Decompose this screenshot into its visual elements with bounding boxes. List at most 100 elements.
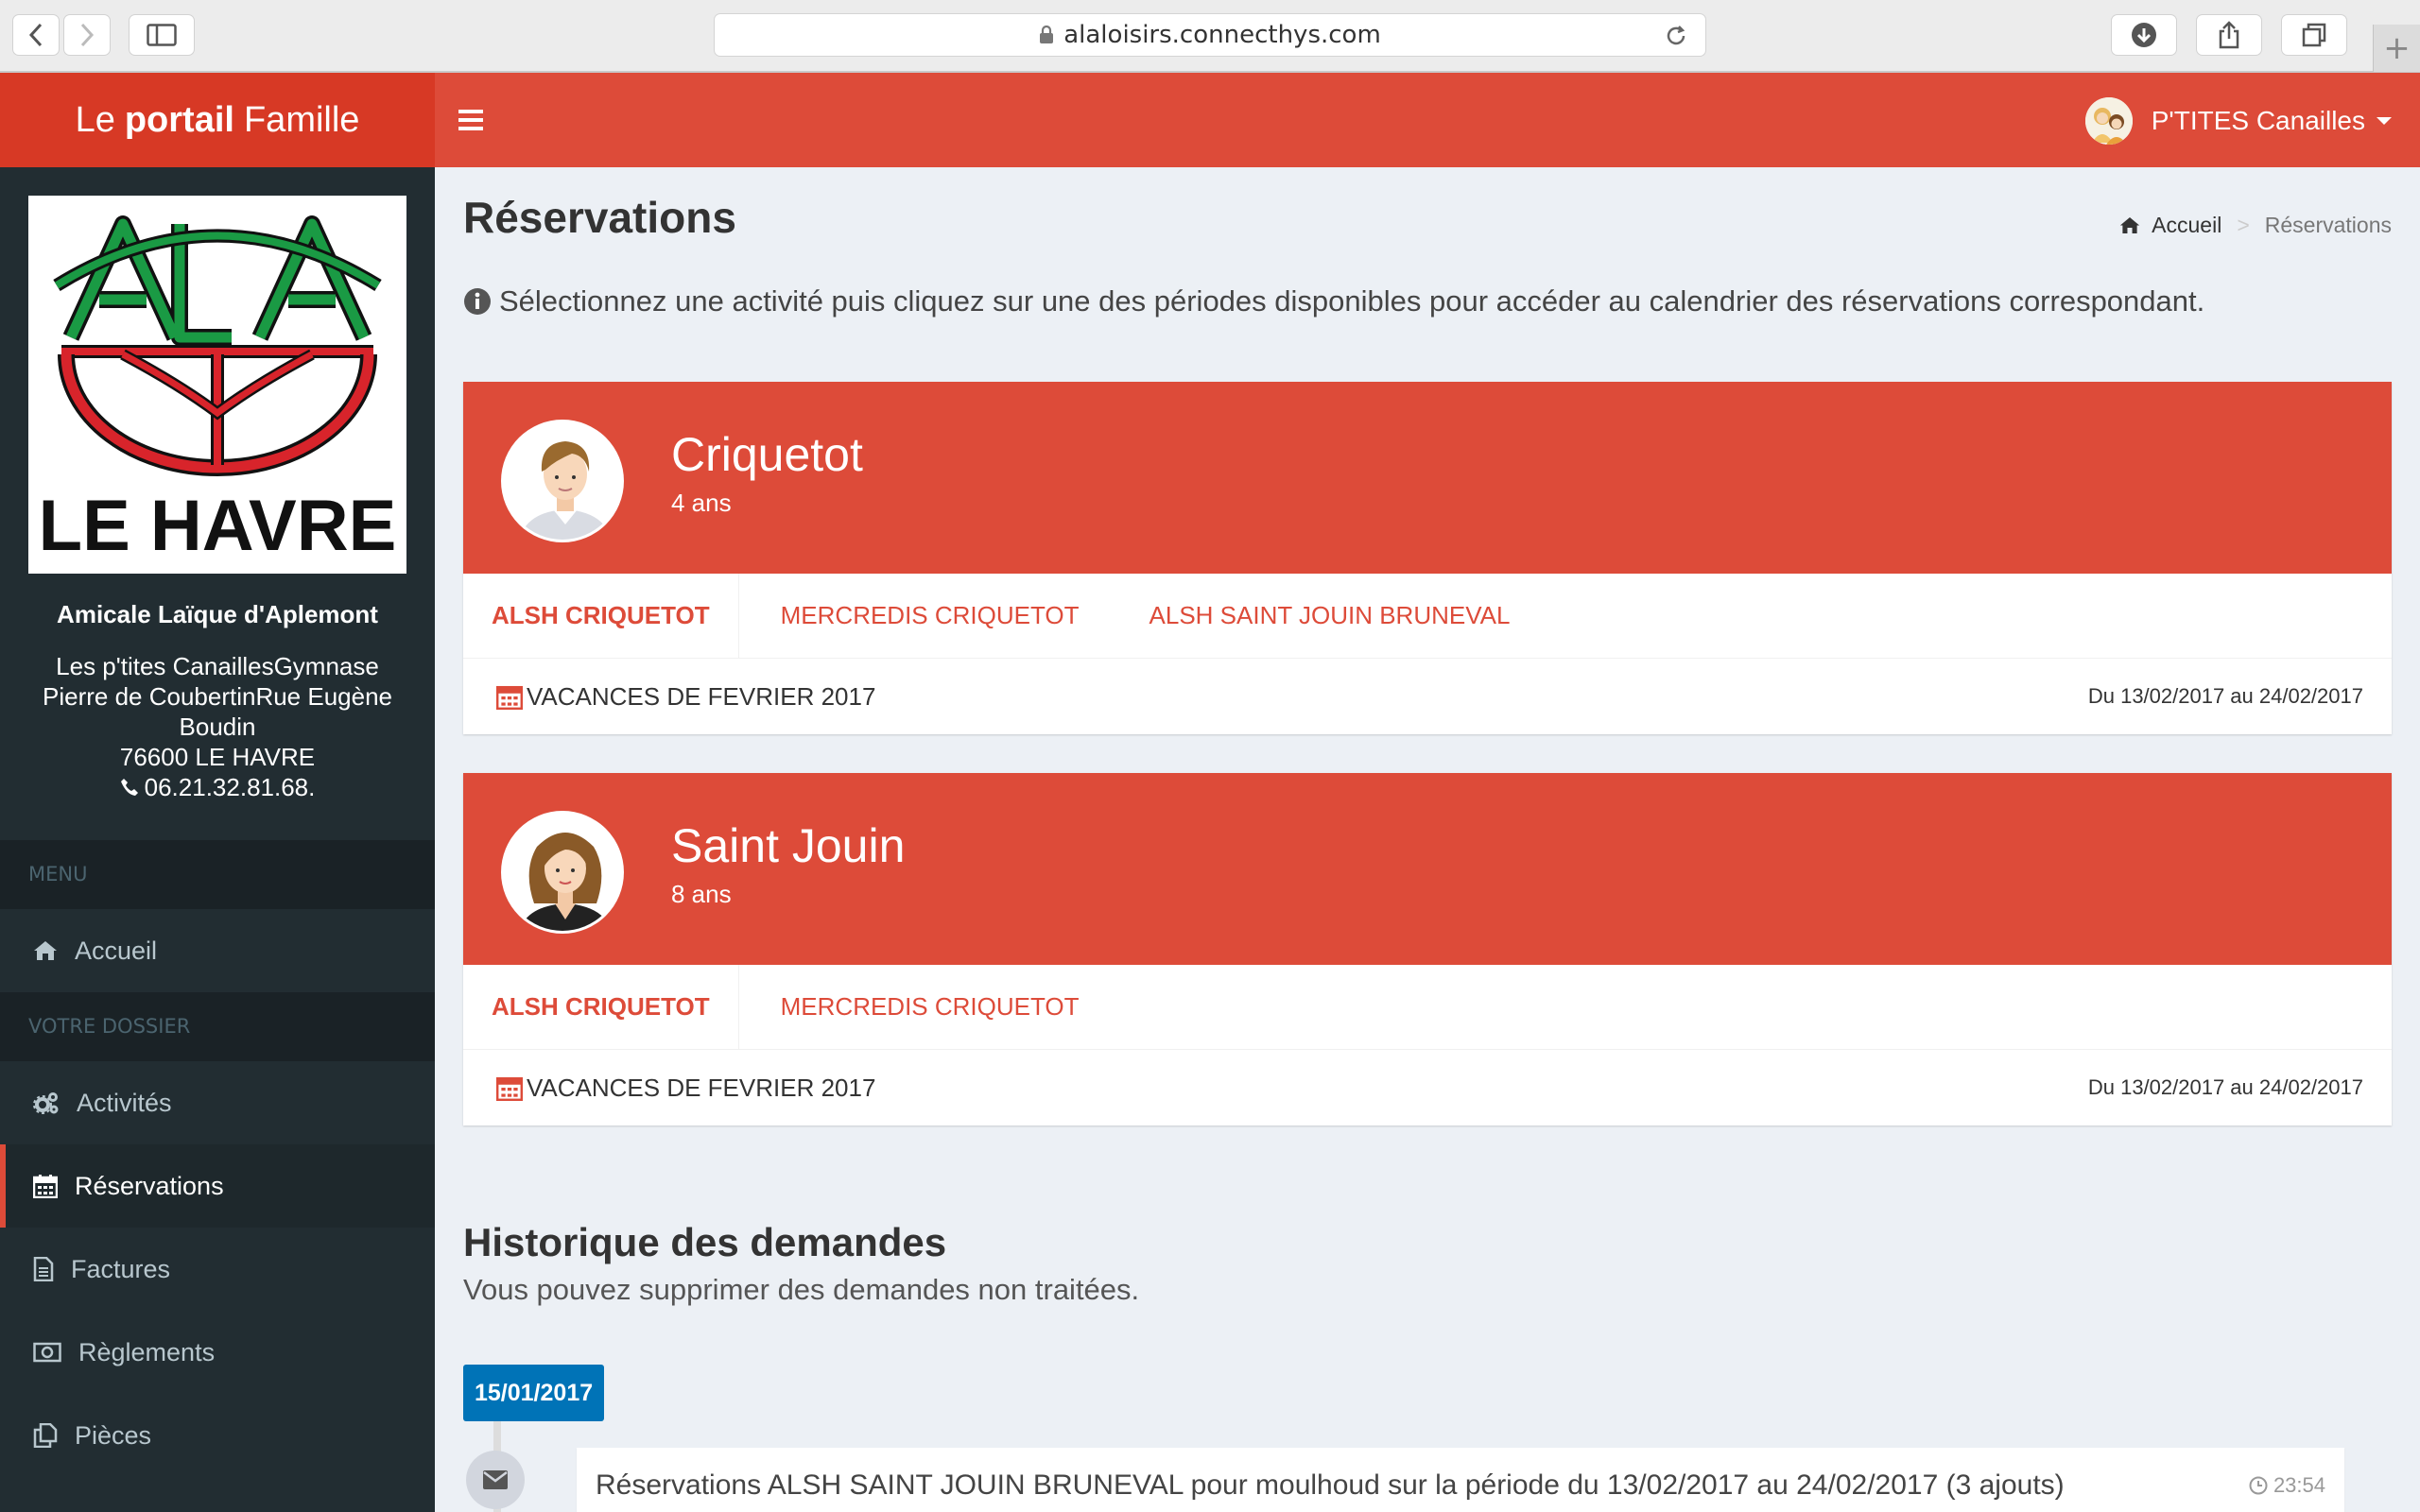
- child-name: Saint Jouin: [671, 819, 906, 872]
- sidebar-item-accueil[interactable]: Accueil: [0, 909, 435, 992]
- chevron-left-icon: [28, 23, 43, 47]
- user-name: P'TITES Canailles: [2151, 106, 2365, 135]
- brand-prefix: Le: [75, 99, 115, 140]
- phone-icon: [120, 779, 138, 796]
- period-row[interactable]: VACANCES DE FEVRIER 2017 Du 13/02/2017 a…: [463, 1050, 2392, 1125]
- address-bar[interactable]: alaloisirs.connecthys.com: [714, 13, 1706, 57]
- period-dates: Du 13/02/2017 au 24/02/2017: [2087, 684, 2363, 708]
- browser-toolbar: alaloisirs.connecthys.com +: [0, 0, 2420, 73]
- organization-name: Amicale Laïque d'Aplemont: [57, 600, 378, 628]
- address-line: Les p'tites CanaillesGymnase: [56, 652, 379, 680]
- cogs-icon: [33, 1092, 59, 1114]
- share-button[interactable]: [2196, 14, 2262, 56]
- sidebar-item-activites[interactable]: Activités: [0, 1061, 435, 1144]
- envelope-icon: [483, 1470, 508, 1489]
- file-icon: [33, 1257, 54, 1281]
- tab-alsh-criquetot[interactable]: ALSH CRIQUETOT: [463, 965, 739, 1049]
- timeline-item-time: 23:54: [2249, 1473, 2325, 1498]
- calendar-icon: [33, 1175, 58, 1198]
- address-line: Boudin: [179, 713, 256, 741]
- sidebar-item-label: Accueil: [75, 936, 158, 965]
- sidebar-item-label: Activités: [77, 1088, 172, 1117]
- tabs-icon: [2302, 23, 2326, 47]
- sidebar-item-reglements[interactable]: Règlements: [0, 1311, 435, 1394]
- breadcrumb-home-label: Accueil: [2152, 213, 2222, 237]
- phone-number: 06.21.32.81.68.: [144, 773, 316, 801]
- clock-icon: [2249, 1476, 2268, 1495]
- timeline-time-value: 23:54: [2273, 1473, 2325, 1497]
- period-dates: Du 13/02/2017 au 24/02/2017: [2087, 1075, 2363, 1099]
- tab-alsh-criquetot[interactable]: ALSH CRIQUETOT: [463, 574, 739, 658]
- download-icon: [2132, 23, 2156, 47]
- phone-line: 06.21.32.81.68.: [28, 772, 406, 802]
- sidebar-icon: [147, 24, 177, 46]
- tab-mercredis-criquetot[interactable]: MERCREDIS CRIQUETOT: [739, 965, 1108, 1049]
- period-label: VACANCES DE FEVRIER 2017: [527, 1073, 876, 1102]
- history-title: Historique des demandes: [463, 1220, 947, 1264]
- user-menu[interactable]: P'TITES Canailles: [2084, 97, 2392, 145]
- new-tab-button[interactable]: +: [2373, 25, 2420, 72]
- tab-mercredis-criquetot[interactable]: MERCREDIS CRIQUETOT: [739, 574, 1108, 658]
- reload-icon[interactable]: [1664, 24, 1688, 48]
- child-age: 4 ans: [671, 489, 732, 517]
- downloads-button[interactable]: [2111, 14, 2177, 56]
- brand-bold: portail: [124, 99, 234, 140]
- breadcrumb-home-link[interactable]: Accueil: [2119, 213, 2221, 238]
- back-button[interactable]: [12, 14, 60, 56]
- breadcrumb: Accueil > Réservations: [2119, 213, 2392, 238]
- user-avatar-image: [2084, 97, 2133, 145]
- sidebar-item-label: Factures: [71, 1254, 171, 1283]
- timeline-item[interactable]: Réservations ALSH SAINT JOUIN BRUNEVAL p…: [577, 1448, 2344, 1512]
- period-row[interactable]: VACANCES DE FEVRIER 2017 Du 13/02/2017 a…: [463, 659, 2392, 734]
- menu-toggle-button[interactable]: [458, 109, 483, 131]
- organization-address: Les p'tites CanaillesGymnase Pierre de C…: [28, 651, 406, 802]
- ala-logo-image: LE HAVRE: [28, 196, 406, 574]
- breadcrumb-separator: >: [2237, 213, 2250, 237]
- share-icon: [2219, 21, 2239, 49]
- child-card: Saint Jouin 8 ans ALSH CRIQUETOT MERCRED…: [463, 773, 2392, 1125]
- timeline-date-badge: 15/01/2017: [463, 1365, 605, 1421]
- user-avatar: [2084, 97, 2133, 145]
- child-header: Saint Jouin 8 ans: [463, 773, 2392, 965]
- sidebar-item-factures[interactable]: Factures: [0, 1228, 435, 1311]
- lock-icon: [1040, 26, 1054, 43]
- child-avatar-boy: [501, 420, 624, 542]
- tab-alsh-saint-jouin-bruneval[interactable]: ALSH SAINT JOUIN BRUNEVAL: [1108, 574, 1539, 658]
- sidebar-item-label: Pièces: [75, 1420, 152, 1450]
- calendar-icon: [496, 1076, 523, 1101]
- girl-avatar-image: [504, 814, 621, 931]
- logo-city: LE HAVRE: [39, 486, 397, 566]
- home-icon: [34, 941, 57, 960]
- home-icon: [2120, 217, 2140, 233]
- period-label: VACANCES DE FEVRIER 2017: [527, 681, 876, 711]
- period-name: VACANCES DE FEVRIER 2017: [496, 1074, 875, 1103]
- child-age: 8 ans: [671, 880, 732, 908]
- main-content: Réservations Accueil > Réservations Séle…: [435, 167, 2420, 1512]
- activity-tabs: ALSH CRIQUETOT MERCREDIS CRIQUETOT: [463, 965, 2392, 1050]
- period-name: VACANCES DE FEVRIER 2017: [496, 682, 875, 712]
- sidebar-toggle-button[interactable]: [129, 14, 195, 56]
- history-subtitle: Vous pouvez supprimer des demandes non t…: [463, 1273, 1140, 1306]
- organization-logo: LE HAVRE: [28, 196, 406, 574]
- boy-avatar-image: [504, 422, 621, 540]
- tabs-button[interactable]: [2281, 14, 2347, 56]
- url-text: alaloisirs.connecthys.com: [1063, 21, 1381, 49]
- activity-tabs: ALSH CRIQUETOT MERCREDIS CRIQUETOT ALSH …: [463, 574, 2392, 659]
- dossier-section-header: VOTRE DOSSIER: [0, 992, 435, 1061]
- forward-button[interactable]: [63, 14, 111, 56]
- menu-section-header: MENU: [0, 840, 435, 909]
- sidebar-item-reservations[interactable]: Réservations: [0, 1144, 435, 1228]
- money-icon: [33, 1342, 61, 1363]
- child-card: Criquetot 4 ans ALSH CRIQUETOT MERCREDIS…: [463, 382, 2392, 734]
- chevron-right-icon: [80, 23, 95, 47]
- sidebar-item-pieces[interactable]: Pièces: [0, 1394, 435, 1477]
- breadcrumb-current: Réservations: [2264, 213, 2392, 237]
- app-logo[interactable]: Le portail Famille: [0, 73, 435, 167]
- calendar-icon: [496, 685, 523, 710]
- timeline-item-text: Réservations ALSH SAINT JOUIN BRUNEVAL p…: [596, 1469, 2065, 1501]
- plus-icon: +: [2383, 29, 2411, 67]
- address-line: 76600 LE HAVRE: [119, 743, 316, 771]
- sidebar-item-label: Règlements: [78, 1337, 216, 1366]
- address-line: Pierre de CoubertinRue Eugène: [42, 682, 393, 711]
- child-avatar-girl: [501, 811, 624, 934]
